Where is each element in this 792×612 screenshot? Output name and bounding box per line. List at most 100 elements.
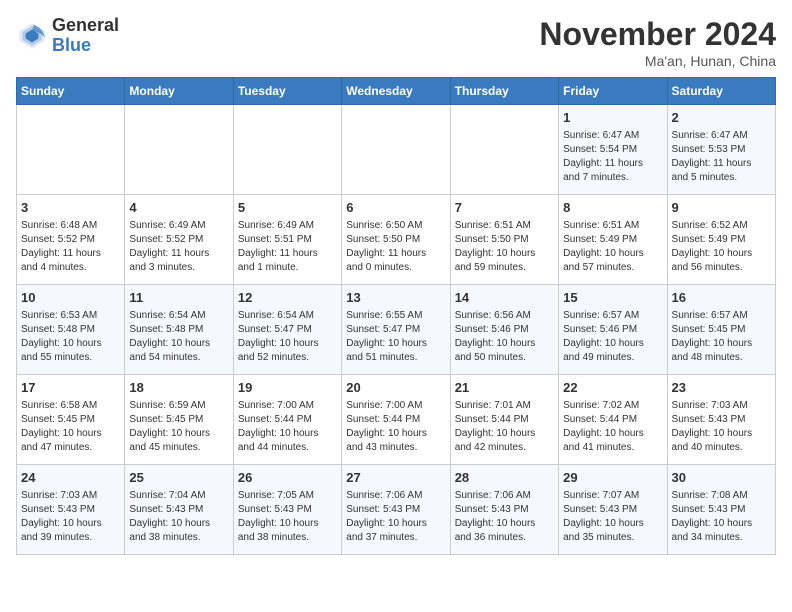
day-info: Sunrise: 7:01 AM Sunset: 5:44 PM Dayligh… xyxy=(455,399,554,455)
day-cell: 3Sunrise: 6:48 AM Sunset: 5:52 PM Daylig… xyxy=(17,195,125,285)
day-number: 7 xyxy=(455,199,554,217)
day-number: 24 xyxy=(21,469,120,487)
day-cell: 1 Sunrise: 6:47 AM Sunset: 5:54 PM Daylig… xyxy=(559,105,667,195)
day-info: Sunrise: 6:58 AM Sunset: 5:45 PM Dayligh… xyxy=(21,399,120,455)
day-info: Sunrise: 7:03 AM Sunset: 5:43 PM Dayligh… xyxy=(21,489,120,545)
day-number: 23 xyxy=(672,379,771,397)
day-number: 28 xyxy=(455,469,554,487)
header-friday: Friday xyxy=(559,78,667,105)
day-info: Sunrise: 6:47 AM Sunset: 5:54 PM Dayligh… xyxy=(563,129,662,185)
logo-text: General Blue xyxy=(52,16,119,56)
week-row-1: 1 Sunrise: 6:47 AM Sunset: 5:54 PM Daylig… xyxy=(17,105,776,195)
day-number: 1 xyxy=(563,109,662,127)
day-info: Sunrise: 6:54 AM Sunset: 5:47 PM Dayligh… xyxy=(238,309,337,365)
day-number: 17 xyxy=(21,379,120,397)
week-row-5: 24 Sunrise: 7:03 AM Sunset: 5:43 PM Dayli… xyxy=(17,465,776,555)
week-row-3: 10Sunrise: 6:53 AM Sunset: 5:48 PM Dayli… xyxy=(17,285,776,375)
day-number: 22 xyxy=(563,379,662,397)
day-cell: 11 Sunrise: 6:54 AM Sunset: 5:48 PM Dayli… xyxy=(125,285,233,375)
day-cell: 18 Sunrise: 6:59 AM Sunset: 5:45 PM Dayli… xyxy=(125,375,233,465)
day-number: 18 xyxy=(129,379,228,397)
day-cell xyxy=(17,105,125,195)
day-number: 13 xyxy=(346,289,445,307)
location: Ma'an, Hunan, China xyxy=(539,53,776,69)
day-cell: 9Sunrise: 6:52 AM Sunset: 5:49 PM Daylig… xyxy=(667,195,775,285)
day-cell: 7 Sunrise: 6:51 AM Sunset: 5:50 PM Daylig… xyxy=(450,195,558,285)
day-number: 27 xyxy=(346,469,445,487)
header-wednesday: Wednesday xyxy=(342,78,450,105)
header-saturday: Saturday xyxy=(667,78,775,105)
day-info: Sunrise: 6:56 AM Sunset: 5:46 PM Dayligh… xyxy=(455,309,554,365)
day-cell: 20 Sunrise: 7:00 AM Sunset: 5:44 PM Dayli… xyxy=(342,375,450,465)
day-number: 8 xyxy=(563,199,662,217)
day-number: 21 xyxy=(455,379,554,397)
day-cell: 25Sunrise: 7:04 AM Sunset: 5:43 PM Dayli… xyxy=(125,465,233,555)
day-number: 19 xyxy=(238,379,337,397)
day-cell: 21 Sunrise: 7:01 AM Sunset: 5:44 PM Dayli… xyxy=(450,375,558,465)
week-row-2: 3Sunrise: 6:48 AM Sunset: 5:52 PM Daylig… xyxy=(17,195,776,285)
day-info: Sunrise: 6:57 AM Sunset: 5:45 PM Dayligh… xyxy=(672,309,771,365)
day-number: 4 xyxy=(129,199,228,217)
day-cell: 28Sunrise: 7:06 AM Sunset: 5:43 PM Dayli… xyxy=(450,465,558,555)
logo: General Blue xyxy=(16,16,119,56)
page-header: General Blue November 2024 Ma'an, Hunan,… xyxy=(16,16,776,69)
day-number: 5 xyxy=(238,199,337,217)
day-cell: 22Sunrise: 7:02 AM Sunset: 5:44 PM Dayli… xyxy=(559,375,667,465)
day-cell: 24 Sunrise: 7:03 AM Sunset: 5:43 PM Dayli… xyxy=(17,465,125,555)
day-info: Sunrise: 6:51 AM Sunset: 5:50 PM Dayligh… xyxy=(455,219,554,275)
day-number: 16 xyxy=(672,289,771,307)
header-sunday: Sunday xyxy=(17,78,125,105)
header-tuesday: Tuesday xyxy=(233,78,341,105)
day-info: Sunrise: 6:55 AM Sunset: 5:47 PM Dayligh… xyxy=(346,309,445,365)
day-info: Sunrise: 7:03 AM Sunset: 5:43 PM Dayligh… xyxy=(672,399,771,455)
day-number: 6 xyxy=(346,199,445,217)
day-cell: 4 Sunrise: 6:49 AM Sunset: 5:52 PM Daylig… xyxy=(125,195,233,285)
day-info: Sunrise: 6:49 AM Sunset: 5:52 PM Dayligh… xyxy=(129,219,228,275)
day-number: 30 xyxy=(672,469,771,487)
day-info: Sunrise: 6:59 AM Sunset: 5:45 PM Dayligh… xyxy=(129,399,228,455)
day-number: 20 xyxy=(346,379,445,397)
day-cell xyxy=(342,105,450,195)
day-number: 3 xyxy=(21,199,120,217)
day-cell xyxy=(125,105,233,195)
day-cell: 10Sunrise: 6:53 AM Sunset: 5:48 PM Dayli… xyxy=(17,285,125,375)
day-info: Sunrise: 7:05 AM Sunset: 5:43 PM Dayligh… xyxy=(238,489,337,545)
day-cell: 13 Sunrise: 6:55 AM Sunset: 5:47 PM Dayli… xyxy=(342,285,450,375)
calendar-header-row: SundayMondayTuesdayWednesdayThursdayFrid… xyxy=(17,78,776,105)
day-cell: 30 Sunrise: 7:08 AM Sunset: 5:43 PM Dayli… xyxy=(667,465,775,555)
day-info: Sunrise: 7:08 AM Sunset: 5:43 PM Dayligh… xyxy=(672,489,771,545)
day-cell: 26 Sunrise: 7:05 AM Sunset: 5:43 PM Dayli… xyxy=(233,465,341,555)
day-number: 11 xyxy=(129,289,228,307)
header-thursday: Thursday xyxy=(450,78,558,105)
day-cell: 12 Sunrise: 6:54 AM Sunset: 5:47 PM Dayli… xyxy=(233,285,341,375)
day-cell: 6 Sunrise: 6:50 AM Sunset: 5:50 PM Daylig… xyxy=(342,195,450,285)
day-cell: 19Sunrise: 7:00 AM Sunset: 5:44 PM Dayli… xyxy=(233,375,341,465)
day-info: Sunrise: 6:47 AM Sunset: 5:53 PM Dayligh… xyxy=(672,129,771,185)
day-number: 15 xyxy=(563,289,662,307)
logo-line1: General xyxy=(52,16,119,36)
day-cell: 17 Sunrise: 6:58 AM Sunset: 5:45 PM Dayli… xyxy=(17,375,125,465)
day-number: 26 xyxy=(238,469,337,487)
calendar-table: SundayMondayTuesdayWednesdayThursdayFrid… xyxy=(16,77,776,555)
day-info: Sunrise: 6:50 AM Sunset: 5:50 PM Dayligh… xyxy=(346,219,445,275)
logo-line2: Blue xyxy=(52,36,119,56)
day-info: Sunrise: 6:49 AM Sunset: 5:51 PM Dayligh… xyxy=(238,219,337,275)
day-number: 2 xyxy=(672,109,771,127)
logo-icon xyxy=(16,20,48,52)
day-info: Sunrise: 6:57 AM Sunset: 5:46 PM Dayligh… xyxy=(563,309,662,365)
week-row-4: 17 Sunrise: 6:58 AM Sunset: 5:45 PM Dayli… xyxy=(17,375,776,465)
day-cell: 14Sunrise: 6:56 AM Sunset: 5:46 PM Dayli… xyxy=(450,285,558,375)
day-cell: 29Sunrise: 7:07 AM Sunset: 5:43 PM Dayli… xyxy=(559,465,667,555)
header-monday: Monday xyxy=(125,78,233,105)
day-cell: 8Sunrise: 6:51 AM Sunset: 5:49 PM Daylig… xyxy=(559,195,667,285)
day-number: 12 xyxy=(238,289,337,307)
title-block: November 2024 Ma'an, Hunan, China xyxy=(539,16,776,69)
day-info: Sunrise: 7:00 AM Sunset: 5:44 PM Dayligh… xyxy=(346,399,445,455)
day-cell xyxy=(450,105,558,195)
day-cell: 2 Sunrise: 6:47 AM Sunset: 5:53 PM Daylig… xyxy=(667,105,775,195)
day-cell: 5 Sunrise: 6:49 AM Sunset: 5:51 PM Daylig… xyxy=(233,195,341,285)
month-title: November 2024 xyxy=(539,16,776,53)
day-info: Sunrise: 7:04 AM Sunset: 5:43 PM Dayligh… xyxy=(129,489,228,545)
day-info: Sunrise: 6:54 AM Sunset: 5:48 PM Dayligh… xyxy=(129,309,228,365)
day-cell: 15 Sunrise: 6:57 AM Sunset: 5:46 PM Dayli… xyxy=(559,285,667,375)
